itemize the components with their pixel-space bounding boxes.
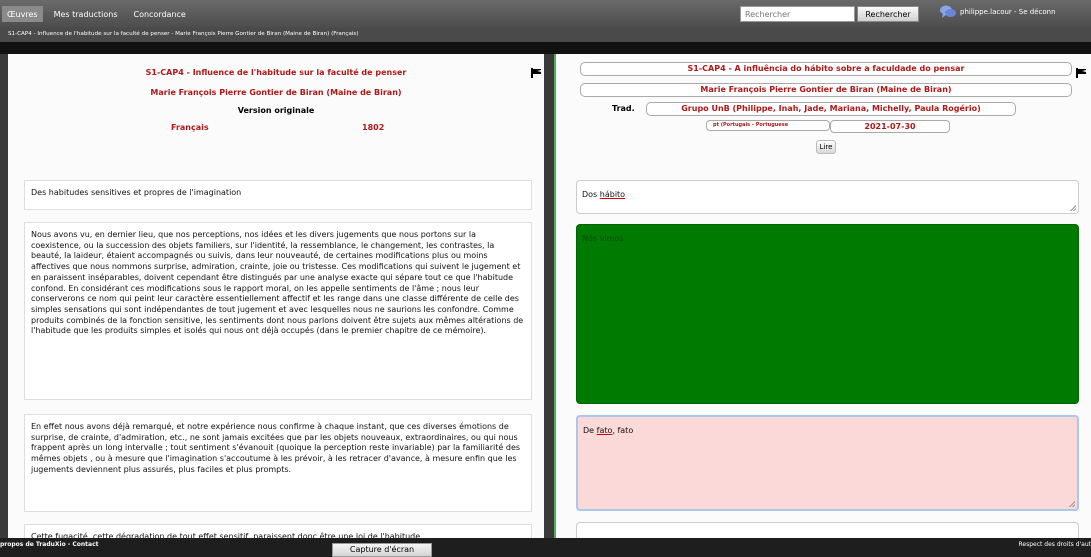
- resize-handle[interactable]: [1069, 501, 1075, 507]
- translator-label: Trad.: [612, 104, 635, 113]
- translation-panel: S1-CAP4 - A influência do hábito sobre a…: [554, 54, 1091, 538]
- separator-bar: [0, 42, 1091, 54]
- breadcrumb: S1-CAP4 - Influence de l'habitude sur la…: [0, 28, 1091, 42]
- nav-item-concordance[interactable]: Concordance: [125, 0, 193, 28]
- version-label: Version originale: [237, 106, 315, 115]
- original-segment-2: Nous avons vu, en dernier lieu, que nos …: [24, 222, 532, 400]
- translation-segment-2[interactable]: Nós vimos: [576, 224, 1079, 404]
- search-button[interactable]: Rechercher: [857, 6, 919, 22]
- language-select[interactable]: pt (Portugais - Portuguese: [706, 120, 830, 131]
- original-segment-4: Cette fugacité, cette dégradation de tou…: [24, 524, 532, 538]
- original-segment-3: En effet nous avons déjà remarqué, et no…: [24, 414, 532, 512]
- original-title: S1-CAP4 - Influence de l'habitude sur la…: [145, 68, 407, 77]
- segment-text-underlined: fato: [596, 426, 613, 435]
- footer-rights-link[interactable]: Respect des droits d'aut: [1019, 541, 1091, 548]
- date-field[interactable]: 2021-07-30: [830, 120, 950, 133]
- bookmark-icon[interactable]: [531, 68, 541, 78]
- translation-segment-3[interactable]: De fato, fato: [576, 415, 1079, 511]
- search-input[interactable]: [740, 6, 855, 22]
- user-logout-link[interactable]: philippe.lacour - Se déconn: [960, 8, 1056, 16]
- segment-text: Nós vimos: [582, 234, 624, 243]
- footer: propos de TraduXio - Contact Respect des…: [0, 538, 1091, 557]
- footer-about-link[interactable]: propos de TraduXio - Contact: [0, 541, 99, 548]
- segment-text: , fato: [612, 426, 634, 435]
- bookmark-icon[interactable]: [1076, 68, 1086, 78]
- nav-item-oeuvres[interactable]: Œuvres: [2, 6, 43, 22]
- nav-item-mes-traductions[interactable]: Mes traductions: [46, 0, 126, 28]
- read-button[interactable]: Lire: [816, 140, 836, 154]
- original-segment-1: Des habitudes sensitives et propres de l…: [24, 180, 532, 210]
- screenshot-button[interactable]: Capture d'écran: [332, 543, 432, 557]
- translators-field[interactable]: Grupo UnB (Philippe, Inah, Jade, Mariana…: [646, 102, 1016, 116]
- segment-text: Dos: [582, 190, 600, 199]
- translation-title-field[interactable]: S1-CAP4 - A influência do hábito sobre a…: [580, 62, 1072, 76]
- original-panel: S1-CAP4 - Influence de l'habitude sur la…: [8, 54, 544, 538]
- nav-links: Œuvres Mes traductions Concordance: [0, 0, 194, 28]
- original-year: 1802: [362, 123, 385, 132]
- translation-author-field[interactable]: Marie François Pierre Gontier de Biran (…: [580, 83, 1072, 97]
- chat-icon[interactable]: [940, 5, 956, 19]
- translation-segment-1[interactable]: Dos hábito: [576, 180, 1079, 214]
- segment-text-underlined: hábito: [599, 190, 626, 199]
- original-language: Français: [171, 123, 209, 132]
- translation-segment-4[interactable]: [576, 522, 1079, 538]
- segment-text: De: [583, 426, 597, 435]
- resize-handle[interactable]: [1070, 205, 1076, 211]
- top-navigation: Œuvres Mes traductions Concordance: [0, 0, 1091, 28]
- original-author: Marie François Pierre Gontier de Biran (…: [150, 88, 402, 97]
